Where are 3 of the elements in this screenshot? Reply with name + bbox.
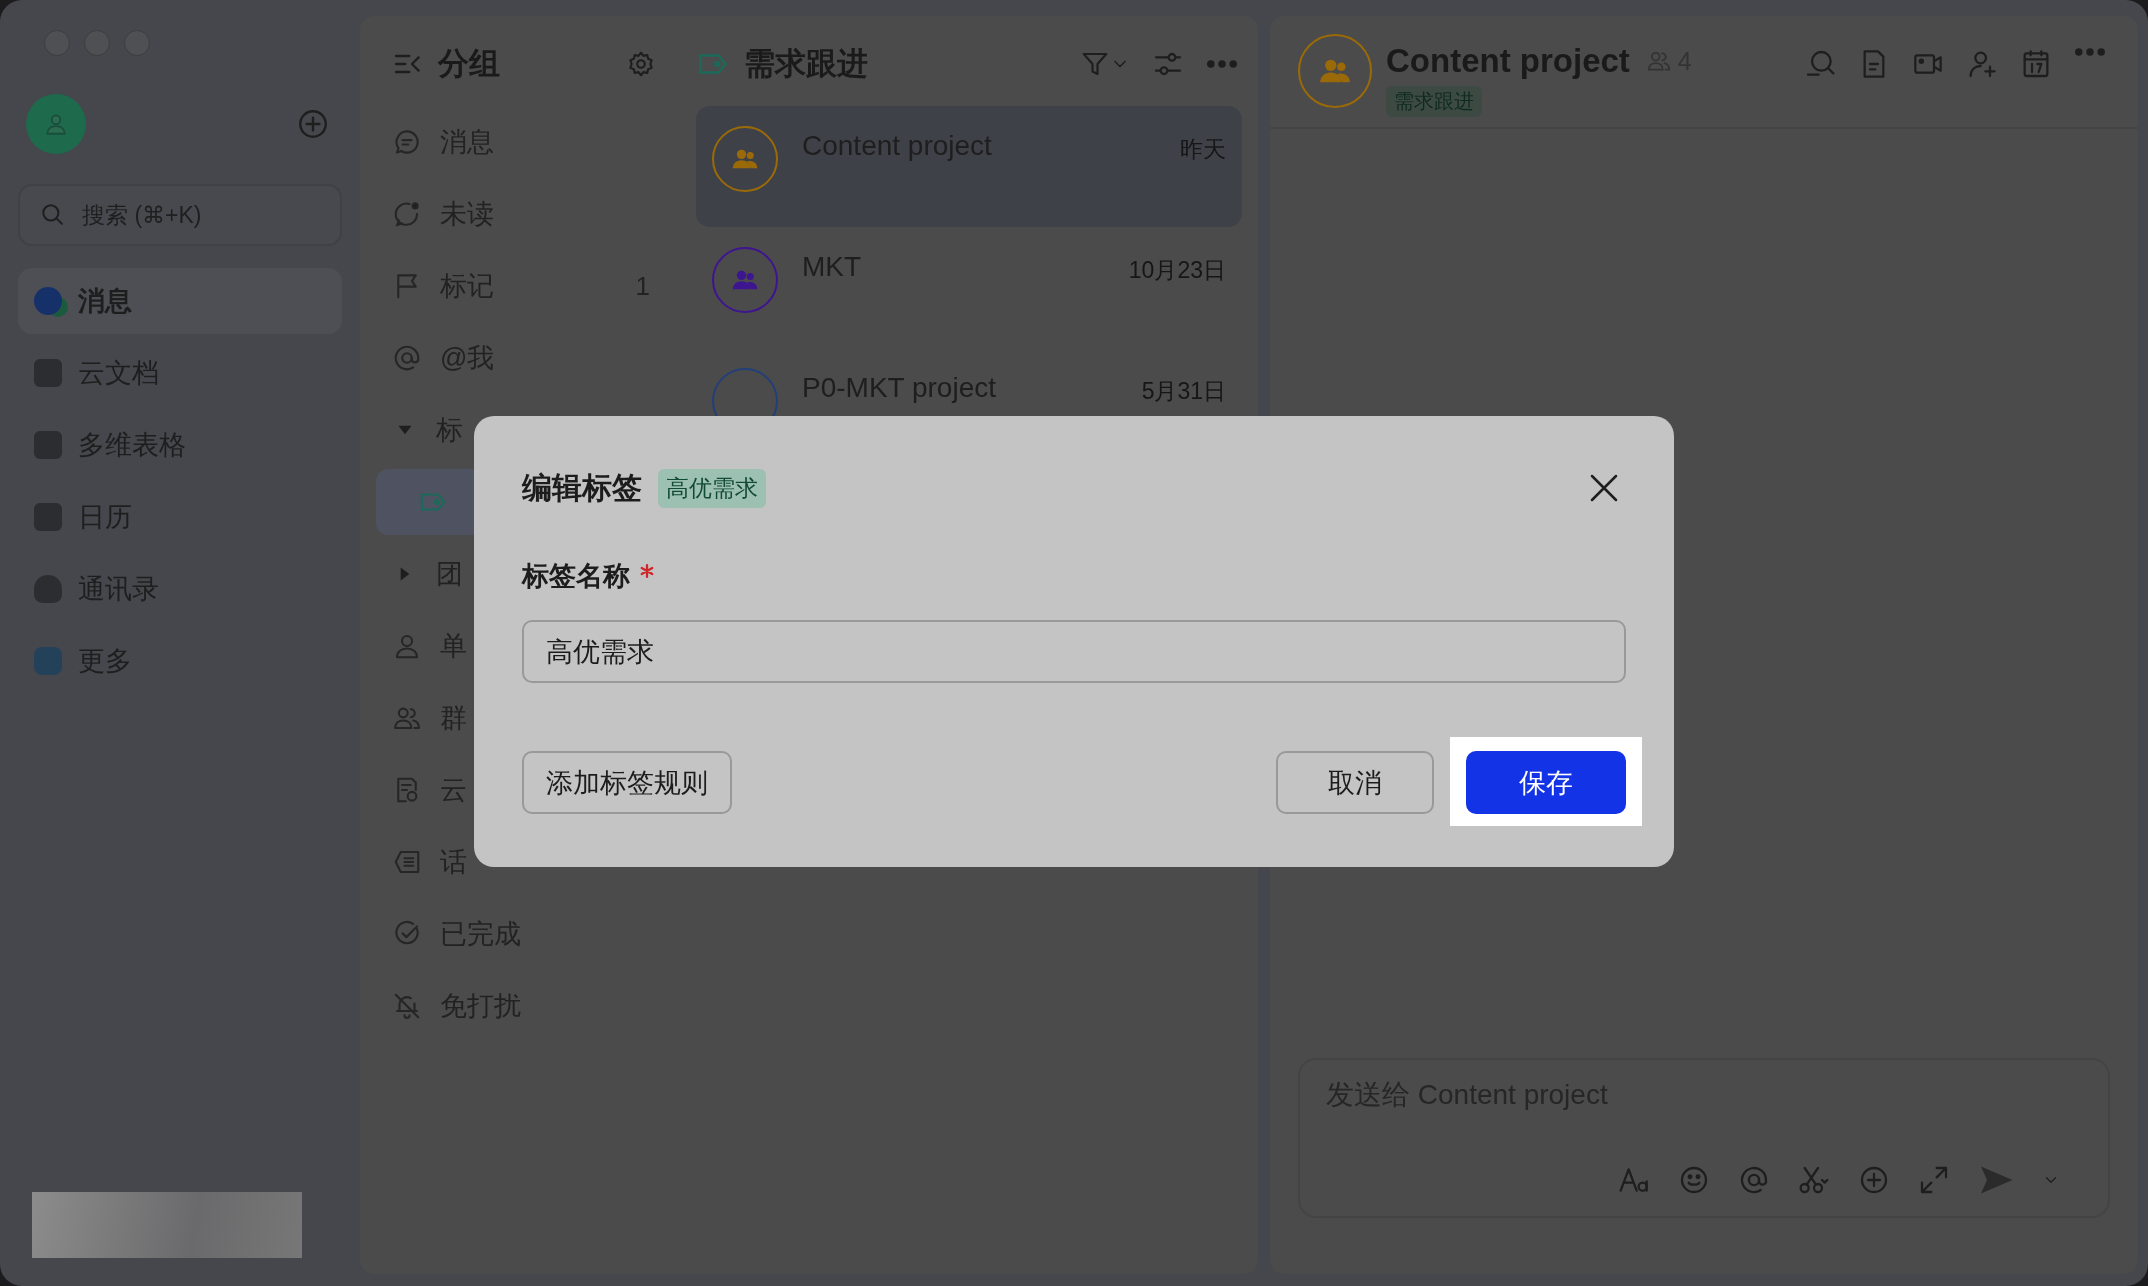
dialog-title: 编辑标签 — [522, 469, 642, 506]
tag-label: 高优需求 — [658, 468, 766, 508]
field-label: 标签名称 — [522, 560, 630, 593]
